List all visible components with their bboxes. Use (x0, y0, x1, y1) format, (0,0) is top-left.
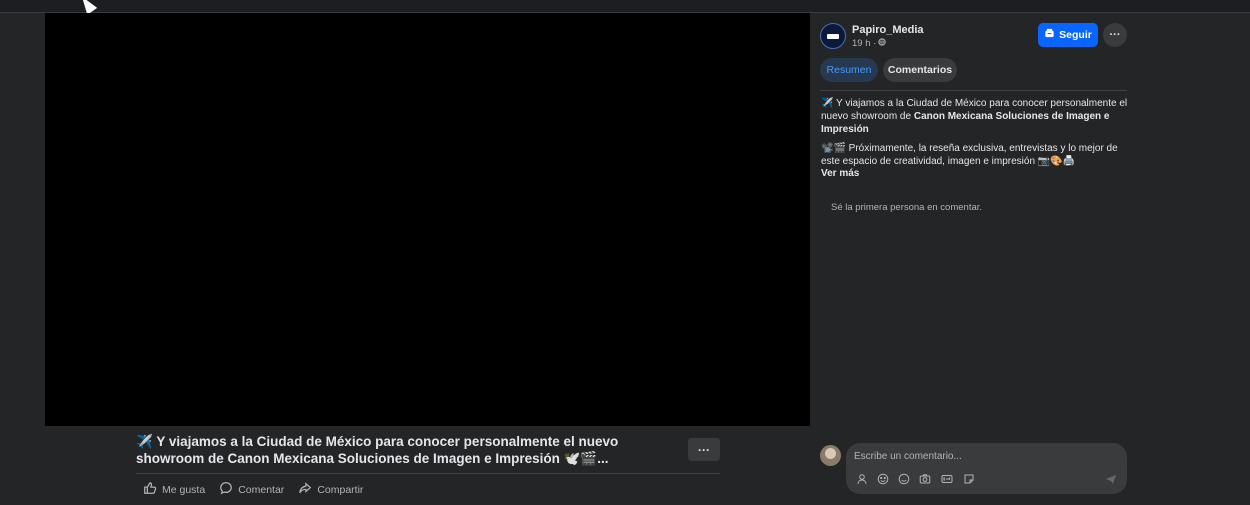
panel-more-button[interactable]: ··· (1103, 23, 1127, 47)
globe-icon (878, 38, 886, 49)
comment-icon (219, 481, 233, 498)
comment-input[interactable] (854, 449, 1094, 463)
post-more-button[interactable]: ··· (688, 438, 720, 461)
page-name[interactable]: Papiro_Media (852, 24, 924, 36)
top-bar (0, 0, 1250, 13)
share-label: Compartir (317, 483, 364, 496)
page-avatar[interactable] (820, 23, 846, 49)
follow-icon (1044, 28, 1055, 42)
emoji-icon[interactable] (877, 473, 889, 485)
post-title: ✈️ Y viajamos a la Ciudad de México para… (136, 433, 656, 467)
share-button[interactable]: Compartir (298, 481, 363, 498)
camera-icon[interactable] (919, 473, 931, 485)
avatar-sticker-icon[interactable] (856, 473, 868, 485)
post-title-line-1: ✈️ Y viajamos a la Ciudad de México para… (136, 434, 619, 449)
post-meta: 19 h · (852, 38, 886, 49)
sticker-icon[interactable] (963, 473, 975, 485)
tab-comments[interactable]: Comentarios (883, 58, 957, 82)
caption-paragraph-2: 📽️🎬 Próximamente, la reseña exclusiva, e… (821, 143, 1118, 167)
user-avatar[interactable] (820, 445, 841, 466)
user-face (825, 448, 836, 459)
comment-button[interactable]: Comentar (219, 481, 284, 498)
post-time[interactable]: 19 h · (852, 38, 876, 49)
like-button[interactable]: Me gusta (143, 481, 205, 498)
divider (136, 473, 720, 474)
divider (820, 90, 1127, 91)
video-player[interactable] (45, 13, 810, 426)
tab-summary[interactable]: Resumen (820, 58, 878, 82)
empty-comments-text: Sé la primera persona en comentar. (831, 202, 983, 213)
post-title-line-2: showroom de Canon Mexicana Soluciones de… (136, 451, 609, 466)
send-icon[interactable] (1105, 473, 1117, 485)
follow-label: Seguir (1059, 29, 1092, 41)
see-more-link[interactable]: Ver más (821, 168, 859, 179)
share-icon (298, 481, 312, 498)
caption-paragraph-1: ✈️ Y viajamos a la Ciudad de México para… (821, 97, 1129, 136)
page-logo-icon (827, 33, 839, 39)
gif-icon[interactable] (941, 473, 953, 485)
post-actions: Me gusta Comentar Compartir (143, 481, 363, 498)
like-label: Me gusta (162, 483, 206, 496)
follow-button[interactable]: Seguir (1038, 23, 1098, 47)
like-icon (143, 481, 157, 498)
smiley-icon[interactable] (898, 473, 910, 485)
comment-label: Comentar (238, 483, 285, 496)
